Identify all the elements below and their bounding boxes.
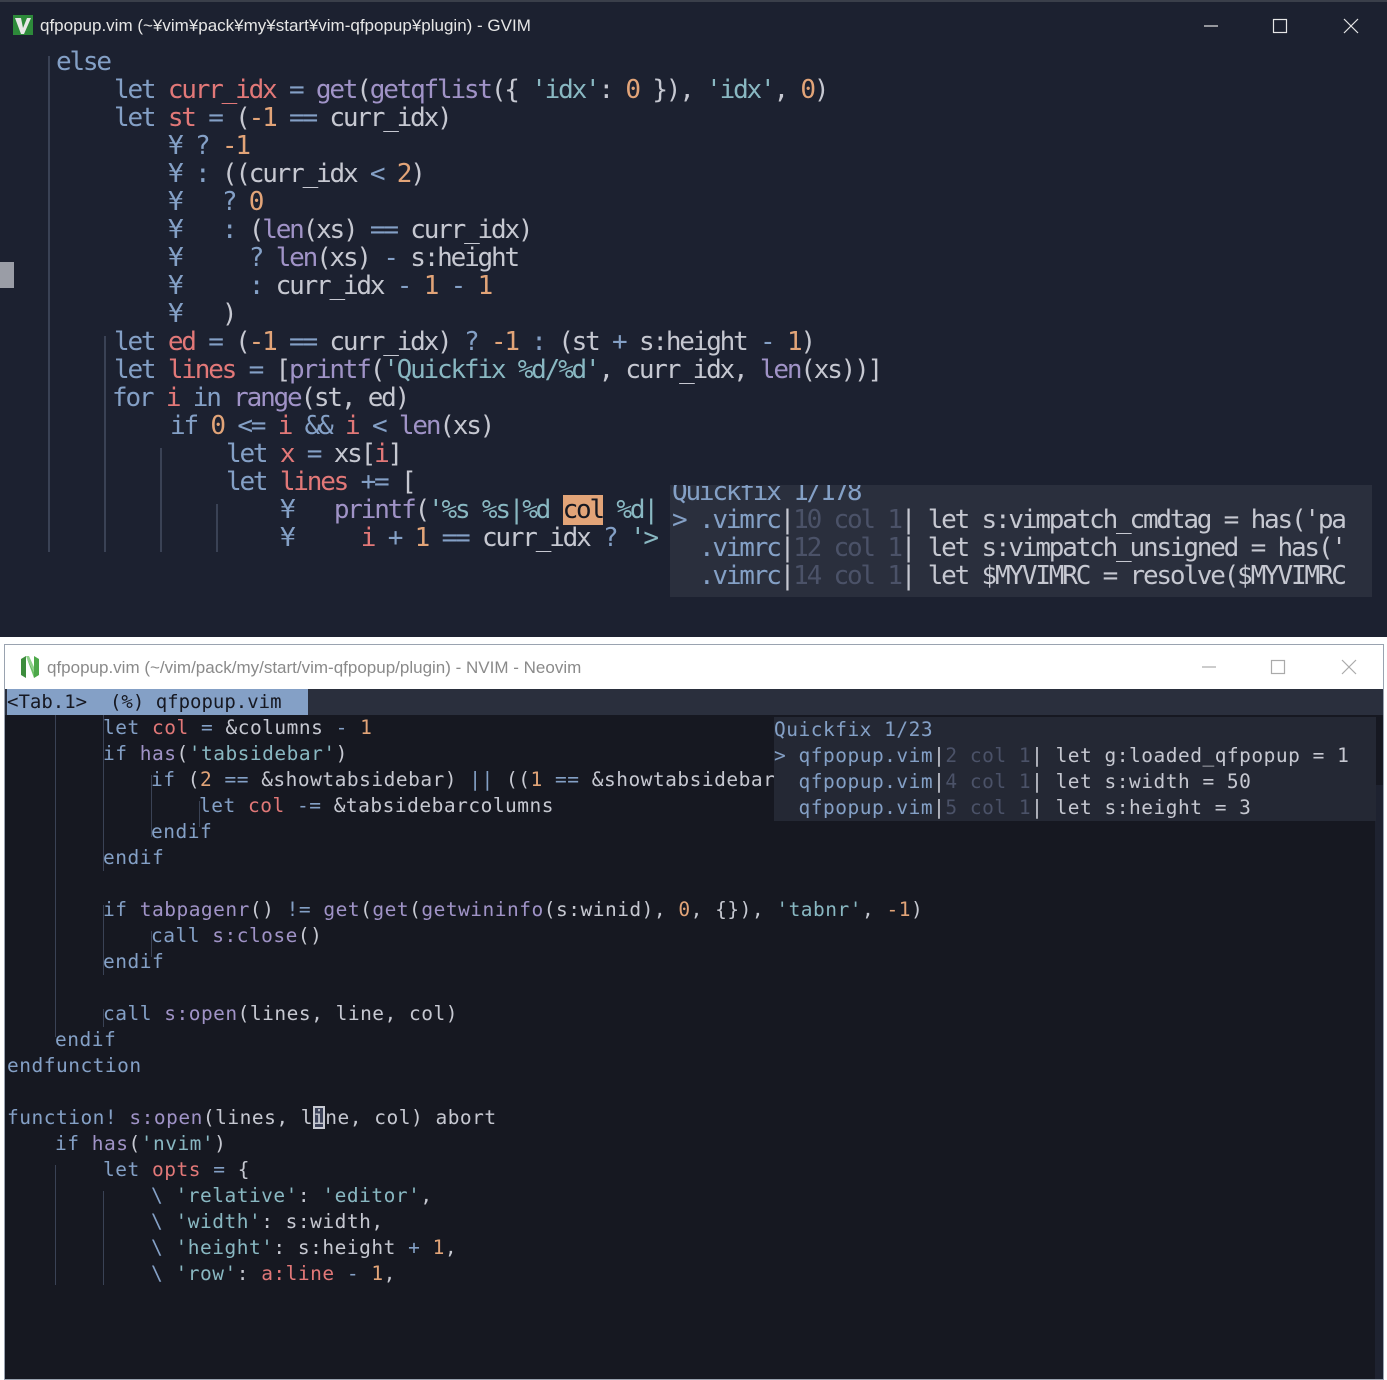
neovim-app-icon [21,656,39,678]
code-line: call s:close() [151,924,323,947]
code-line: endfunction [7,1054,142,1077]
nvim-tabline: <Tab.1> (%) qfpopup.vim [5,689,1383,715]
popup-header: Quickfix 1/178 [672,485,863,507]
code-line: let x = xs[i] [226,439,403,469]
gvim-close-button[interactable] [1328,8,1374,44]
gvim-app-icon [13,15,33,35]
gvim-window-title: qfpopup.vim (~¥vim¥pack¥my¥start¥vim-qfp… [40,16,531,35]
indent-guide [216,504,218,552]
code-line: ¥ i + 1 == curr_idx ? '> [280,523,659,553]
code-line: \ 'row': a:line - 1, [151,1262,396,1285]
code-line: function! s:open(lines, line, col) abort [7,1106,497,1129]
indent-guide [48,56,50,552]
popup-header: Quickfix 1/23 [774,718,934,741]
indent-guide [103,1191,104,1285]
maximize-icon [1270,659,1286,675]
nvim-close-button[interactable] [1326,649,1372,685]
gvim-minimize-button[interactable] [1188,8,1234,44]
code-line: if has('tabsidebar') [103,742,348,765]
close-icon [1343,18,1359,34]
code-line: let lines = [printf('Quickfix %d/%d', cu… [114,355,883,385]
popup-row[interactable]: .vimrc|14 col 1| let $MYVIMRC = resolve(… [672,562,1347,590]
minimize-icon [1204,25,1218,27]
popup-row-selected[interactable]: > qfpopup.vim|2 col 1| let g:loaded_qfpo… [774,743,1349,769]
code-line: if (2 == &showtabsidebar) || ((1 == &sho… [151,768,788,791]
code-line: endif [151,820,213,843]
code-line: else [56,47,112,77]
popup-row[interactable]: .vimrc|12 col 1| let s:vimpatch_unsigned… [672,534,1347,562]
code-line: ¥ printf('%s %s|%d col %d| [280,495,659,525]
code-line: endif [103,846,165,869]
indent-guide [160,448,162,552]
nvim-window-title: qfpopup.vim (~/vim/pack/my/start/vim-qfp… [47,658,582,677]
nvim-scroll-track[interactable] [1375,785,1383,1379]
code-line: ¥ : ((curr_idx < 2) [168,159,426,189]
code-line: let curr_idx = get(getqflist({ 'idx': 0 … [114,75,829,105]
code-line: ¥ : curr_idx - 1 - 1 [168,271,493,301]
nvim-quickfix-popup[interactable]: Quickfix 1/23 > qfpopup.vim|2 col 1| let… [774,717,1376,821]
nvim-window: qfpopup.vim (~/vim/pack/my/start/vim-qfp… [4,644,1384,1380]
code-line: \ 'width': s:width, [151,1210,384,1233]
maximize-icon [1272,18,1288,34]
gvim-sign-marker [0,262,14,288]
popup-row[interactable]: qfpopup.vim|5 col 1| let s:height = 3 [774,795,1251,821]
code-line: \ 'relative': 'editor', [151,1184,433,1207]
code-line: call s:open(lines, line, col) [103,1002,458,1025]
code-line: \ 'height': s:height + 1, [151,1236,458,1259]
code-line: ¥ ? 0 [168,187,265,217]
code-line: endif [103,950,165,973]
code-line: let col -= &tabsidebarcolumns [199,794,555,817]
code-line: if has('nvim') [55,1132,227,1155]
gvim-maximize-button[interactable] [1257,8,1303,44]
code-line: ¥ ? -1 [168,131,251,161]
nvim-title-bar: qfpopup.vim (~/vim/pack/my/start/vim-qfp… [5,645,1383,689]
code-line: if tabpagenr() != get(get(getwininfo(s:w… [103,898,924,921]
code-line: let st = (-1 == curr_idx) [114,103,453,133]
gvim-quickfix-popup[interactable]: Quickfix 1/178 > .vimrc|10 col 1| let s:… [670,485,1372,597]
nvim-editor[interactable]: let col = &columns - 1 if has('tabsideba… [5,715,1383,1379]
code-line: for i in range(st, ed) [112,383,410,413]
code-line: let opts = { [103,1158,250,1181]
indent-guide [104,336,106,552]
popup-row-selected[interactable]: > .vimrc|10 col 1| let s:vimpatch_cmdtag… [672,506,1347,534]
tab-qfpopup[interactable]: <Tab.1> (%) qfpopup.vim [7,689,308,715]
indent-guide [55,715,56,1037]
gvim-window: qfpopup.vim (~¥vim¥pack¥my¥start¥vim-qfp… [0,0,1387,637]
nvim-minimize-button[interactable] [1186,649,1232,685]
code-line: let lines += [ [226,467,417,497]
code-line: ¥ : (len(xs) == curr_idx) [168,215,534,245]
code-line: endif [55,1028,117,1051]
indent-guide [55,1165,56,1285]
code-line: ¥ ) [168,299,238,329]
code-line: let ed = (-1 == curr_idx) ? -1 : (st + s… [114,327,816,357]
gvim-editor[interactable]: else let curr_idx = get(getqflist({ 'idx… [0,46,1387,637]
popup-row[interactable]: qfpopup.vim|4 col 1| let s:width = 50 [774,769,1251,795]
minimize-icon [1202,666,1216,668]
nvim-maximize-button[interactable] [1255,649,1301,685]
code-line: if 0 <= i && i < len(xs) [170,411,495,441]
code-line: ¥ ? len(xs) - s:height [168,243,520,273]
gvim-title-bar: qfpopup.vim (~¥vim¥pack¥my¥start¥vim-qfp… [0,0,1387,50]
close-icon [1341,659,1357,675]
code-line: let col = &columns - 1 [103,716,373,739]
